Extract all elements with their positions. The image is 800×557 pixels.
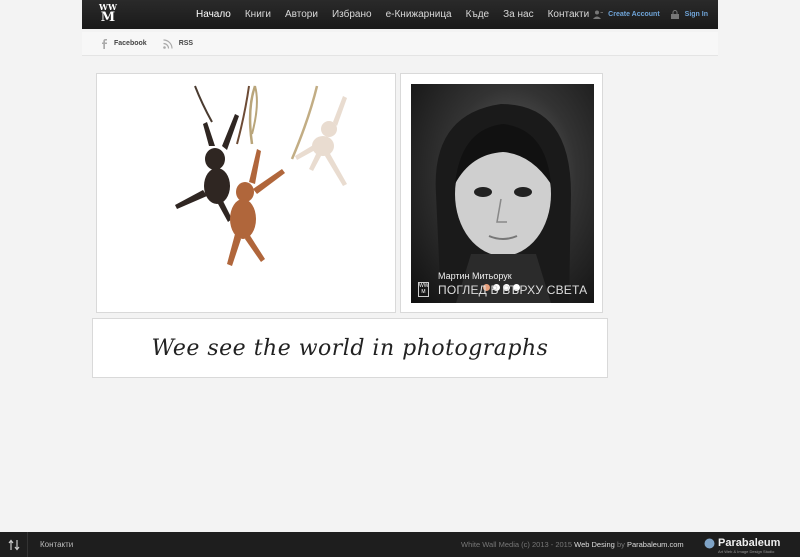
- nav-item-about[interactable]: За нас: [503, 9, 533, 20]
- book-slider-panel: WW M Мартин Митьорук ПОГЛЕД В ВЪРХУ СВЕТ…: [400, 73, 603, 313]
- web-design-link[interactable]: Web Desing: [574, 540, 615, 549]
- nav-item-ebookstore[interactable]: е-Книжарница: [386, 9, 452, 20]
- facebook-icon: [102, 39, 107, 49]
- facebook-label: Facebook: [114, 40, 147, 47]
- featured-image-panel: [96, 73, 396, 313]
- footer-contacts-link[interactable]: Контакти: [40, 532, 73, 557]
- tagline-panel: Wee see the world in photographs: [92, 318, 608, 378]
- nav-item-featured[interactable]: Избрано: [332, 9, 372, 20]
- copyright-text: White Wall Media (c) 2013 - 2015: [461, 540, 573, 549]
- company-link[interactable]: Parabaleum.com: [627, 540, 684, 549]
- social-bar: Facebook RSS: [82, 32, 718, 56]
- nav-item-books[interactable]: Книги: [245, 9, 271, 20]
- account-links: Create Account Sign In: [593, 0, 708, 29]
- top-navbar: WW M Начало Книги Автори Избрано е-Книжа…: [82, 0, 718, 29]
- nav-item-authors[interactable]: Автори: [285, 9, 318, 20]
- book-author: Мартин Митьорук: [438, 271, 512, 281]
- nav-item-where[interactable]: Къде: [466, 9, 489, 20]
- brand-name-row: Parabaleum: [704, 537, 780, 549]
- rss-label: RSS: [178, 40, 194, 47]
- sign-in-link[interactable]: Sign In: [685, 11, 708, 18]
- publisher-logo: WW M: [418, 282, 429, 297]
- brand-circle-icon: [704, 538, 715, 548]
- brand-subtitle: Art Web & Image Design Studio: [718, 549, 775, 554]
- footer: Контакти White Wall Media (c) 2013 - 201…: [0, 532, 800, 557]
- arrows-updown-icon: [8, 539, 19, 550]
- brand-logo[interactable]: Parabaleum Art Web & Image Design Studio: [704, 537, 780, 554]
- brand-name: Parabaleum: [718, 537, 781, 549]
- book-title: ПОГЛЕД В ВЪРХУ СВЕТА: [438, 283, 588, 297]
- monkeys-image[interactable]: [97, 74, 397, 314]
- site-logo[interactable]: WW M: [99, 3, 117, 27]
- user-add-icon: [593, 10, 604, 19]
- lock-icon: [670, 10, 679, 19]
- main-nav: Начало Книги Автори Избрано е-Книжарница…: [196, 0, 603, 29]
- footer-toggle-button[interactable]: [0, 532, 28, 557]
- footer-copyright: White Wall Media (c) 2013 - 2015 Web Des…: [461, 532, 684, 557]
- rss-icon: [162, 38, 173, 49]
- tagline-text: Wee see the world in photographs: [151, 335, 549, 361]
- rss-link[interactable]: RSS: [162, 38, 194, 49]
- facebook-link[interactable]: Facebook: [100, 38, 147, 49]
- nav-item-home[interactable]: Начало: [196, 9, 231, 20]
- create-account-link[interactable]: Create Account: [608, 11, 659, 18]
- by-text: by: [616, 540, 625, 549]
- book-cover-slide[interactable]: WW M Мартин Митьорук ПОГЛЕД В ВЪРХУ СВЕТ…: [411, 84, 594, 303]
- logo-bottom: M: [100, 10, 116, 25]
- nav-item-contacts[interactable]: Контакти: [548, 9, 590, 20]
